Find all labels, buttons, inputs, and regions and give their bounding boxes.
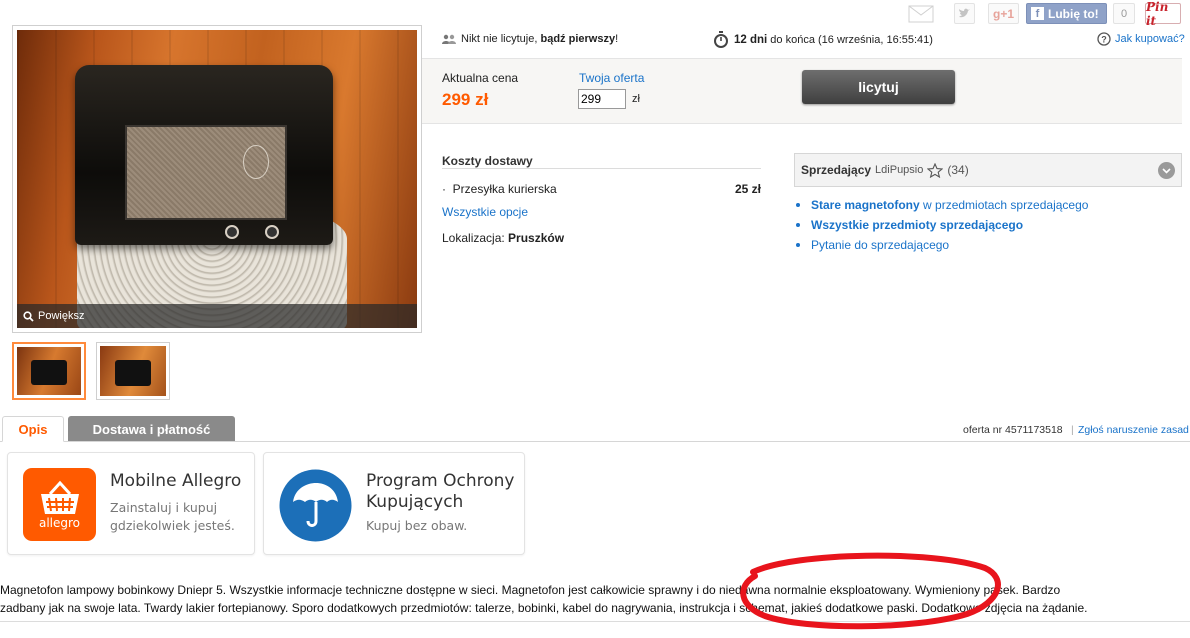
shipping-cost: 25 zł <box>734 182 761 196</box>
mobile-allegro-card[interactable]: allegro Mobilne Allegro Zainstaluj i kup… <box>7 452 255 555</box>
seller-header[interactable]: Sprzedający LdiPupsio (34) <box>794 153 1182 187</box>
stopwatch-icon <box>714 31 728 48</box>
main-photo[interactable]: Powiększ <box>12 25 422 333</box>
mobile-allegro-line1: Zainstaluj i kupuj <box>110 500 218 515</box>
current-price-label: Aktualna cena <box>442 71 519 85</box>
tab-description[interactable]: Opis <box>2 416 64 442</box>
bid-button[interactable]: licytuj <box>802 70 955 104</box>
protection-title-2: Kupujących <box>366 492 464 512</box>
radio-photo: Powiększ <box>17 30 417 328</box>
shipping-title: Koszty dostawy <box>442 154 533 168</box>
description-line-2: zadbany jak na swoje lata. Twardy lakier… <box>0 601 1088 615</box>
location: Lokalizacja: Pruszków <box>442 231 565 245</box>
seller-name: LdiPupsio <box>875 164 924 176</box>
twitter-icon <box>959 8 970 18</box>
red-annotation-ellipse <box>740 552 1001 630</box>
umbrella-icon <box>279 469 352 542</box>
report-violation-link[interactable]: Zgłoś naruszenie zasad <box>1078 424 1189 436</box>
seller-links: Stare magnetofony w przedmiotach sprzeda… <box>794 195 1088 255</box>
zoom-bar[interactable]: Powiększ <box>17 304 417 328</box>
star-icon <box>927 162 944 178</box>
offer-separator: | <box>1071 424 1074 436</box>
zoom-label: Powiększ <box>38 310 85 322</box>
facebook-like-button[interactable]: f Lubię to! <box>1026 3 1107 24</box>
bid-amount-input[interactable] <box>578 89 626 109</box>
facebook-like-label: Lubię to! <box>1048 6 1099 21</box>
allegro-logo-text: allegro <box>38 515 81 530</box>
svg-text:?: ? <box>1101 35 1107 45</box>
protection-title-1: Program Ochrony <box>366 471 515 491</box>
mobile-allegro-title: Mobilne Allegro <box>110 471 242 491</box>
facebook-icon: f <box>1031 7 1044 20</box>
pinterest-button[interactable]: Pin it <box>1145 0 1181 28</box>
seller-label: Sprzedający <box>801 163 872 177</box>
offer-number: oferta nr 4571173518 <box>963 424 1063 436</box>
thumbnail-1[interactable] <box>12 342 86 400</box>
bid-currency: zł <box>632 93 640 105</box>
people-icon <box>442 34 456 44</box>
time-remaining: 12 dni do końca (16 września, 16:55:41) <box>713 31 933 48</box>
google-plus-button[interactable]: g+1 <box>988 3 1019 24</box>
bidders-status: Nikt nie licytuje, bądź pierwszy! <box>442 33 618 45</box>
protection-subtitle: Kupuj bez obaw. <box>366 518 468 533</box>
magnifier-icon <box>23 310 34 322</box>
item-description: Magnetofon lampowy bobinkowy Dniepr 5. W… <box>0 581 1190 617</box>
chevron-down-icon[interactable] <box>1158 162 1175 179</box>
current-price: 299 zł <box>442 90 489 109</box>
tab-delivery-payment[interactable]: Dostawa i płatność <box>68 416 235 442</box>
seller-link-all-items[interactable]: Wszystkie przedmioty sprzedającego <box>794 215 1088 235</box>
mobile-allegro-line2: gdziekolwiek jesteś. <box>110 518 235 533</box>
seller-link-question[interactable]: Pytanie do sprzedającego <box>794 235 1088 255</box>
basket-icon <box>40 480 79 514</box>
email-share-button[interactable] <box>907 3 935 24</box>
facebook-like-count: 0 <box>1113 3 1135 24</box>
radio-image <box>75 65 333 245</box>
how-to-buy-link[interactable]: ? Jak kupować? <box>1097 32 1185 46</box>
help-icon: ? <box>1097 32 1111 46</box>
thumbnail-2[interactable] <box>96 342 170 400</box>
description-line-1: Magnetofon lampowy bobinkowy Dniepr 5. W… <box>0 583 1061 597</box>
seller-rating: (34) <box>947 163 969 177</box>
your-offer-link[interactable]: Twoja oferta <box>579 71 644 85</box>
twitter-share-button[interactable] <box>954 3 975 24</box>
seller-link-category[interactable]: Stare magnetofony w przedmiotach sprzeda… <box>794 195 1088 215</box>
allegro-app-icon: allegro <box>23 468 96 541</box>
all-shipping-options-link[interactable]: Wszystkie opcje <box>442 205 528 219</box>
buyer-protection-card[interactable]: Program Ochrony Kupujących Kupuj bez oba… <box>263 452 525 555</box>
shipping-method: · Przesyłka kurierska <box>442 182 557 196</box>
envelope-icon <box>908 5 934 22</box>
